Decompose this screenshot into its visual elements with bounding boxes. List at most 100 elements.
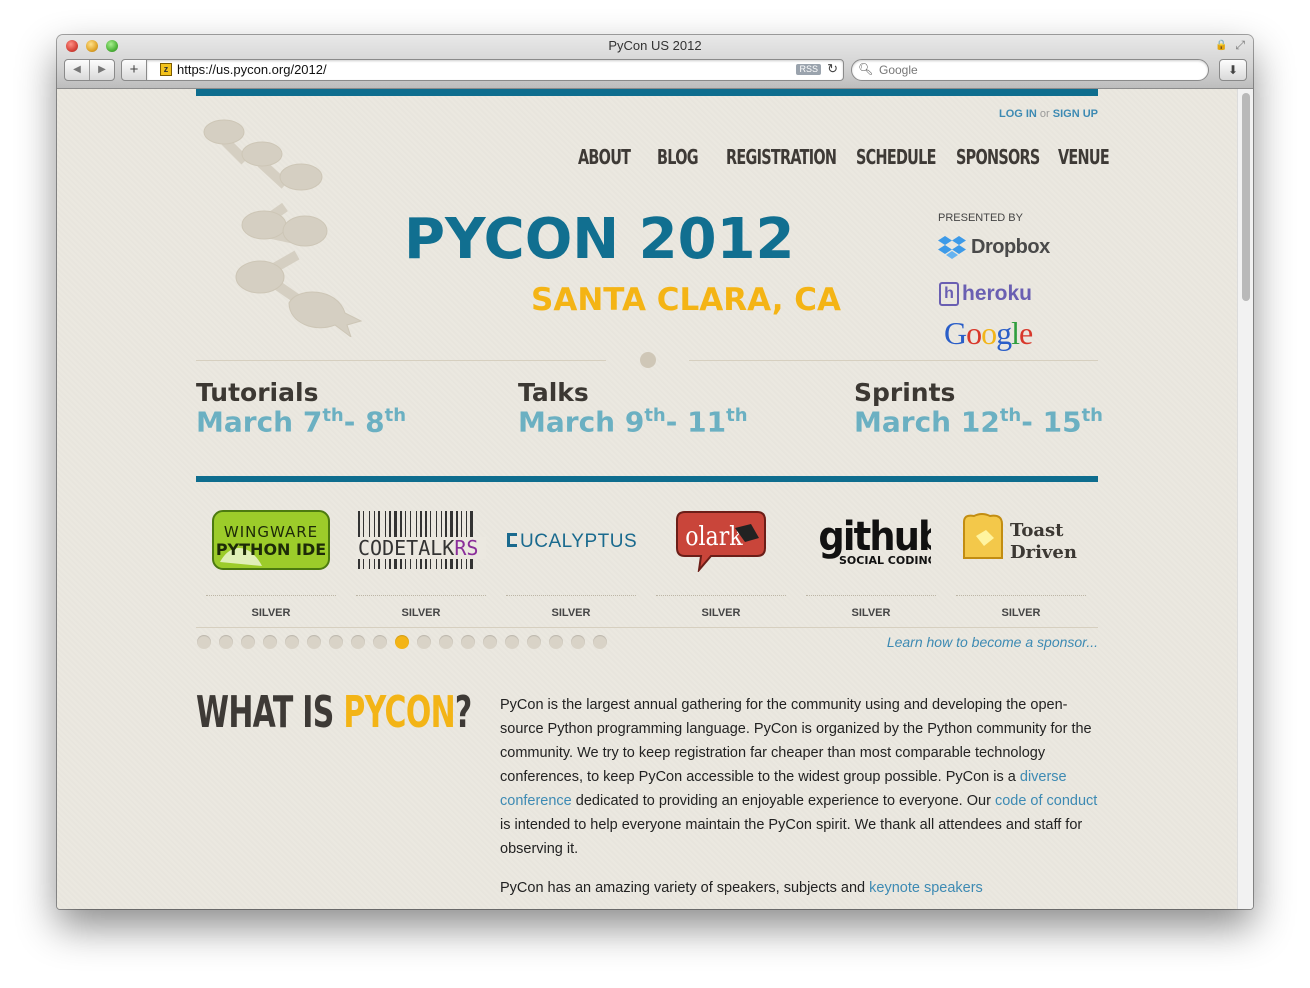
forward-button[interactable]: ▶ [90,60,114,80]
page-scrollbar[interactable] [1237,89,1253,909]
page-title: PYCON 2012 [404,207,795,272]
nav-blog[interactable]: BLOG [657,145,699,169]
carousel-dot[interactable] [219,635,233,649]
rss-button[interactable]: RSS [796,64,821,75]
carousel-dot[interactable] [307,635,321,649]
talks-label: Talks [518,378,589,407]
sprints-dates: Sprints March 12th- 15th [854,378,1103,438]
toast-driven-logo: Toast Driven [956,499,1086,581]
page-viewport: LOG IN or SIGN UP ABOUT BLOG REGISTRATIO… [57,89,1253,909]
login-link[interactable]: LOG IN [999,108,1037,120]
olark-logo-art: olark [676,511,766,572]
carousel-dot[interactable] [241,635,255,649]
divider-left [196,360,606,361]
carousel-dot[interactable] [439,635,453,649]
auth-links: LOG IN or SIGN UP [999,108,1098,120]
sprints-range: March 12th- 15th [854,405,1103,439]
tutorials-range: March 7th- 8th [196,405,407,439]
reload-icon[interactable]: ↻ [827,61,838,77]
code-of-conduct-link[interactable]: code of conduct [995,793,1097,809]
sponsor-olark[interactable]: olark SILVER [656,499,786,629]
sponsor-wingware[interactable]: WINGWARE PYTHON IDE SILVER [206,499,336,629]
history-buttons: ◀ ▶ [64,59,115,81]
pycon-snake-logo [203,119,363,337]
browser-window: PyCon US 2012 🔒 ⤢ ◀ ▶ + z https://us.pyc… [57,35,1253,909]
nav-schedule[interactable]: SCHEDULE [856,145,936,169]
carousel-dot[interactable] [197,635,211,649]
carousel-divider [196,627,1098,628]
carousel-dot[interactable] [373,635,387,649]
github-tagline: SOCIAL CODING [839,554,931,567]
dropbox-icon [938,236,966,259]
url-text[interactable]: https://us.pycon.org/2012/ [177,62,327,77]
carousel-dot[interactable] [527,635,541,649]
scrollbar-thumb[interactable] [1242,93,1250,301]
back-button[interactable]: ◀ [65,60,90,80]
dropbox-label: Dropbox [971,235,1050,258]
heroku-icon: h [939,282,959,306]
carousel-dot[interactable] [571,635,585,649]
sponsor-tier: SILVER [551,607,591,619]
become-sponsor-link[interactable]: Learn how to become a sponsor... [887,634,1098,650]
about-paragraph-1: PyCon is the largest annual gathering fo… [500,697,1098,857]
heroku-logo[interactable]: h heroku [939,282,1032,306]
site-favicon-icon: z [160,63,172,76]
nav-registration[interactable]: REGISTRATION [726,145,837,169]
heroku-label: heroku [962,282,1033,305]
talks-range: March 9th- 11th [518,405,748,439]
sponsor-tier: SILVER [851,607,891,619]
eucalyptus-logo: UCALYPTUS [506,499,636,581]
toast-driven-text-2: Driven [1010,542,1077,563]
sponsor-tier: SILVER [251,607,291,619]
sprints-label: Sprints [854,378,956,407]
dropbox-logo[interactable]: Dropbox [938,235,1050,259]
fullscreen-icon[interactable]: ⤢ [1235,38,1245,53]
sponsor-eucalyptus[interactable]: UCALYPTUS SILVER [506,499,636,629]
sponsor-tier: SILVER [1001,607,1041,619]
signup-link[interactable]: SIGN UP [1053,108,1098,120]
address-bar[interactable]: z https://us.pycon.org/2012/ RSS ↻ [146,59,844,81]
carousel-dot[interactable] [593,635,607,649]
sponsor-stripe [196,476,1098,482]
tutorials-dates: Tutorials March 7th- 8th [196,378,406,438]
carousel-dot[interactable] [285,635,299,649]
window-title: PyCon US 2012 [608,38,702,53]
keynote-speakers-link[interactable]: keynote speakers [869,880,983,896]
lock-icon: 🔒 [1215,40,1228,51]
carousel-dot[interactable] [263,635,277,649]
codetalkrs-barcode-icon: CODETALKRS [356,511,486,569]
wingware-logo: WINGWARE PYTHON IDE [206,499,336,581]
wingware-logo-art: WINGWARE PYTHON IDE [212,510,330,570]
carousel-dot[interactable] [417,635,431,649]
search-icon: 🔍︎ [858,62,874,76]
google-label: Google [944,315,1033,351]
codetalkrs-text: CODETALKRS [358,536,478,560]
divider-knob [640,352,656,368]
carousel-dot[interactable] [329,635,343,649]
sponsor-tier: SILVER [701,607,741,619]
search-field[interactable]: 🔍︎ Google [851,59,1209,81]
sponsor-toast-driven[interactable]: Toast Driven SILVER [956,499,1086,629]
toast-driven-logo-art: Toast Driven [963,513,1077,563]
carousel-dot[interactable] [351,635,365,649]
wingware-text-1: WINGWARE [224,523,318,541]
nav-about[interactable]: ABOUT [578,145,631,169]
sponsor-codetalkrs[interactable]: CODETALKRS SILVER [356,499,486,629]
nav-sponsors[interactable]: SPONSORS [956,145,1040,169]
browser-toolbar: PyCon US 2012 🔒 ⤢ ◀ ▶ + z https://us.pyc… [57,35,1253,89]
google-logo[interactable]: Google [944,315,1033,352]
olark-text: olark [685,521,743,551]
carousel-dot[interactable] [395,635,409,649]
or-text: or [1039,108,1050,120]
divider-right [689,360,1098,361]
downloads-button[interactable]: ⬇ [1219,59,1247,81]
toast-driven-text-1: Toast [1010,520,1064,541]
nav-venue[interactable]: VENUE [1058,145,1110,169]
carousel-dot[interactable] [505,635,519,649]
search-placeholder: Google [879,63,918,77]
carousel-dot[interactable] [483,635,497,649]
sponsor-github[interactable]: github SOCIAL CODING SILVER [806,499,936,629]
add-bookmark-button[interactable]: + [121,59,147,81]
carousel-dot[interactable] [549,635,563,649]
carousel-dot[interactable] [461,635,475,649]
